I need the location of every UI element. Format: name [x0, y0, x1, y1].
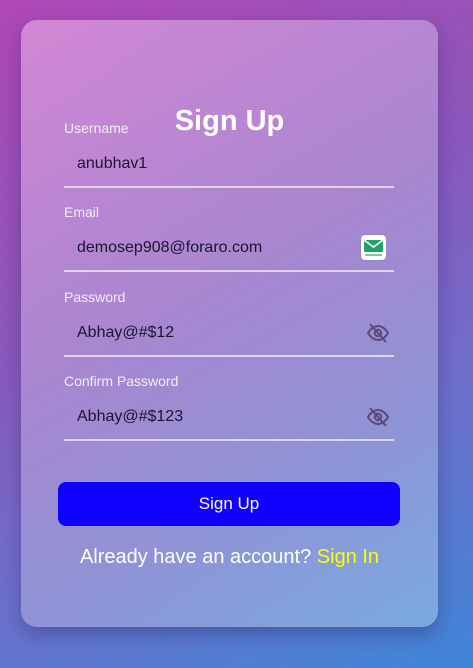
email-field-group: Email [64, 204, 394, 272]
username-label: Username [64, 120, 129, 136]
password-input[interactable] [77, 310, 347, 355]
signup-button[interactable]: Sign Up [58, 482, 400, 526]
email-box [64, 225, 394, 272]
signin-prompt: Already have an account? Sign In [21, 545, 438, 569]
password-field-group: Password [64, 289, 394, 357]
footer-text: Already have an account? [79, 546, 312, 568]
username-box [64, 141, 394, 188]
email-label: Email [64, 204, 100, 220]
confirm-password-input[interactable] [77, 394, 347, 439]
eye-off-icon[interactable] [366, 321, 390, 345]
eye-off-icon[interactable] [366, 405, 390, 429]
temp-mail-icon[interactable] [361, 235, 386, 260]
confirm-password-field-group: Confirm Password [64, 373, 394, 441]
password-label: Password [64, 289, 126, 305]
username-field-group: Username [64, 120, 394, 188]
signin-link[interactable]: Sign In [317, 546, 379, 568]
email-input[interactable] [77, 225, 347, 270]
password-box [64, 310, 394, 357]
confirm-password-label: Confirm Password [64, 373, 179, 389]
confirm-password-box [64, 394, 394, 441]
signup-card: Sign Up Username Email Password [21, 20, 438, 627]
username-input[interactable] [77, 141, 347, 186]
